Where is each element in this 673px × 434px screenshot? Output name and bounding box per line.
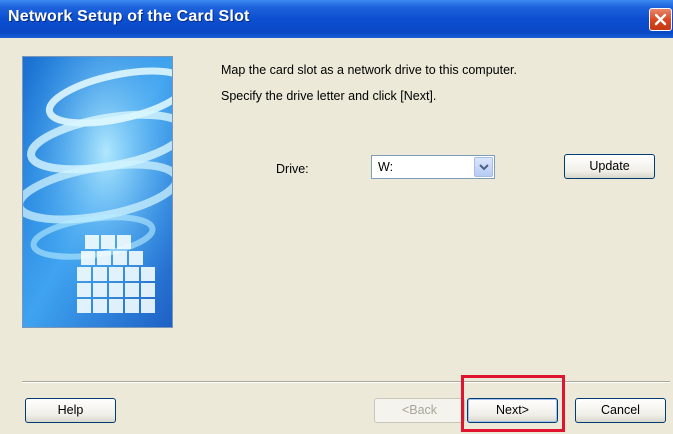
close-icon — [654, 13, 667, 26]
footer-separator-highlight — [22, 382, 670, 383]
cancel-button[interactable]: Cancel — [575, 398, 666, 423]
close-button[interactable] — [649, 8, 672, 31]
back-button[interactable]: <Back — [374, 398, 465, 423]
title-bar[interactable]: Network Setup of the Card Slot — [0, 0, 673, 38]
drive-dropdown-button[interactable] — [474, 157, 493, 177]
drive-select[interactable]: W: — [371, 155, 495, 179]
next-button-highlight-box — [461, 375, 565, 432]
window-title: Network Setup of the Card Slot — [8, 8, 250, 25]
chevron-down-icon — [479, 164, 489, 171]
wizard-banner-image — [22, 56, 173, 328]
drive-select-value: W: — [378, 160, 394, 174]
instruction-line-1: Map the card slot as a network drive to … — [221, 63, 517, 77]
dialog-window: Network Setup of the Card Slot Map the c… — [0, 0, 673, 434]
instruction-line-2: Specify the drive letter and click [Next… — [221, 89, 437, 103]
help-button[interactable]: Help — [25, 398, 116, 423]
drive-label: Drive: — [276, 162, 309, 176]
update-button[interactable]: Update — [564, 154, 655, 179]
